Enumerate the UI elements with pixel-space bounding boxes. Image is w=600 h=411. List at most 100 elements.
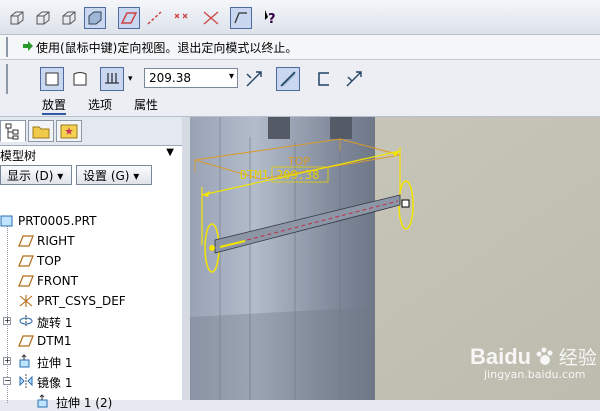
view-wireframe-button[interactable] (6, 7, 28, 29)
chevron-down-icon[interactable]: ▼ (166, 147, 174, 158)
wireframe-icon (10, 11, 24, 25)
plane-icon (45, 72, 59, 86)
help-icon: ? (265, 10, 276, 27)
tree-item-label: 拉伸 1 (37, 356, 73, 370)
offset-value-input[interactable]: 209.38 ▾ (144, 68, 238, 88)
reference-plane-icon (280, 71, 296, 87)
view-hidden-line-button[interactable] (32, 7, 54, 29)
mirror-icon (19, 374, 33, 388)
expand-toggle[interactable]: + (3, 317, 11, 325)
direction-icon (346, 71, 362, 87)
no-hidden-icon (62, 11, 76, 25)
tree-item-label: 旋转 1 (37, 316, 73, 330)
paw-icon (536, 347, 553, 365)
tab-placement[interactable]: 放置 (42, 96, 67, 115)
dashboard-divider (6, 64, 18, 94)
chevron-down-icon[interactable]: ▾ (229, 71, 234, 82)
collapse-toggle[interactable]: − (3, 377, 11, 385)
extrude-icon (19, 354, 30, 368)
flip-direction-button[interactable] (242, 67, 266, 91)
coordinate-system-icon (19, 295, 33, 307)
revolve-icon (19, 315, 33, 327)
tree-item-right[interactable]: RIGHT (0, 231, 180, 251)
watermark-url: jingyan.baidu.com (484, 368, 586, 381)
settings-menu-button[interactable]: 设置 (G) ▾ (76, 165, 152, 185)
tree-item-dtm1[interactable]: DTM1 (0, 331, 180, 351)
tab-model-tree[interactable] (0, 120, 26, 142)
tree-item-revolve[interactable]: + 旋转 1 (0, 311, 180, 331)
svg-text:?: ? (268, 12, 276, 27)
tree-item-label: RIGHT (37, 234, 75, 248)
plane-type-button[interactable] (40, 67, 64, 91)
bracket-icon (318, 72, 329, 86)
tab-options[interactable]: 选项 (88, 96, 112, 113)
favorites-icon (60, 124, 78, 139)
datum-plane-display-button[interactable] (118, 7, 140, 29)
tree-item-front[interactable]: FRONT (0, 271, 180, 291)
surface-type-button[interactable] (68, 67, 92, 91)
surface-icon (73, 72, 87, 86)
view-shading-button[interactable] (84, 7, 106, 29)
offset-drag-handle[interactable] (401, 199, 410, 208)
datum-point-icon (174, 13, 188, 19)
tree-item-top[interactable]: TOP (0, 251, 180, 271)
tab-properties[interactable]: 属性 (134, 96, 158, 113)
tree-item-extrude-copy[interactable]: 拉伸 1 (2) (0, 391, 180, 411)
tab-folder-browser[interactable] (28, 120, 54, 142)
tree-item-label: FRONT (37, 274, 78, 288)
message-divider (6, 37, 18, 57)
model-tree-panel: 模型树 ▼ 显示 (D) ▾ 设置 (G) ▾ PRT0005.PRT RIGH… (0, 117, 183, 410)
show-menu-button[interactable]: 显示 (D) ▾ (0, 165, 72, 185)
tree-item-label: PRT0005.PRT (18, 214, 97, 228)
csys-icon (203, 11, 219, 25)
folder-icon (32, 126, 50, 139)
navigator-tabs (0, 117, 182, 146)
tree-item-csys[interactable]: PRT_CSYS_DEF (0, 291, 180, 311)
tree-item-label: DTM1 (37, 334, 72, 348)
sketch-reference-button[interactable] (312, 67, 336, 91)
datum-plane-icon (18, 255, 34, 267)
shading-icon (88, 11, 102, 25)
feature-dashboard: ▾ 209.38 ▾ 放置 选项 属性 (0, 60, 600, 117)
datum-axis-icon (147, 11, 162, 25)
reference-plane-button[interactable] (276, 67, 300, 91)
extrude-icon (37, 394, 48, 408)
tab-favorites[interactable] (56, 120, 82, 142)
annotation-icon (234, 12, 247, 24)
normal-direction-button[interactable] (342, 67, 366, 91)
offset-type-button[interactable] (100, 67, 124, 91)
offset-dimension-label[interactable]: 209.38 (276, 168, 319, 182)
hidden-line-icon (36, 11, 50, 25)
context-help-button[interactable]: ? (262, 7, 284, 29)
tree-item-label: TOP (37, 254, 62, 268)
tree-item-label: 拉伸 1 (2) (56, 396, 113, 410)
annotation-display-button[interactable] (230, 7, 252, 29)
view-no-hidden-button[interactable] (58, 7, 80, 29)
watermark: Baidu 经验 jingyan.baidu.com (470, 343, 597, 381)
expand-toggle[interactable]: + (3, 357, 11, 365)
arrow-right-icon (23, 41, 33, 51)
graphics-viewport[interactable]: TOP DTM1 209.38 Baidu 经验 jingyan.baidu.c… (190, 117, 600, 400)
tree-item-root[interactable]: PRT0005.PRT (0, 211, 180, 231)
main-toolbar: ? (0, 0, 600, 35)
tree-item-label: PRT_CSYS_DEF (37, 294, 126, 308)
datum-plane-icon (18, 235, 34, 247)
datum-point-display-button[interactable] (170, 7, 192, 29)
tree-item-mirror[interactable]: − 镜像 1 (0, 371, 180, 391)
message-area: 使用(鼠标中键)定向视图。退出定向模式以终止。 (0, 35, 600, 60)
part-icon (0, 215, 13, 227)
datum-axis-display-button[interactable] (144, 7, 166, 29)
model-tree-header: 模型树 ▼ (0, 147, 178, 164)
offset-icon (105, 73, 119, 84)
tree-item-label: 镜像 1 (37, 376, 73, 390)
datum-plane-icon (18, 335, 34, 347)
top-plane-label: TOP (287, 155, 310, 168)
message-text: 使用(鼠标中键)定向视图。退出定向模式以终止。 (36, 41, 298, 55)
offset-dropdown-arrow[interactable]: ▾ (128, 74, 133, 84)
watermark-brand: Baidu (470, 344, 532, 369)
csys-display-button[interactable] (200, 7, 222, 29)
model-tree-title: 模型树 (0, 149, 37, 163)
panel-splitter[interactable] (182, 117, 190, 400)
tree-item-extrude[interactable]: + 拉伸 1 (0, 351, 180, 371)
plane-name-label: DTM1 (240, 168, 269, 182)
